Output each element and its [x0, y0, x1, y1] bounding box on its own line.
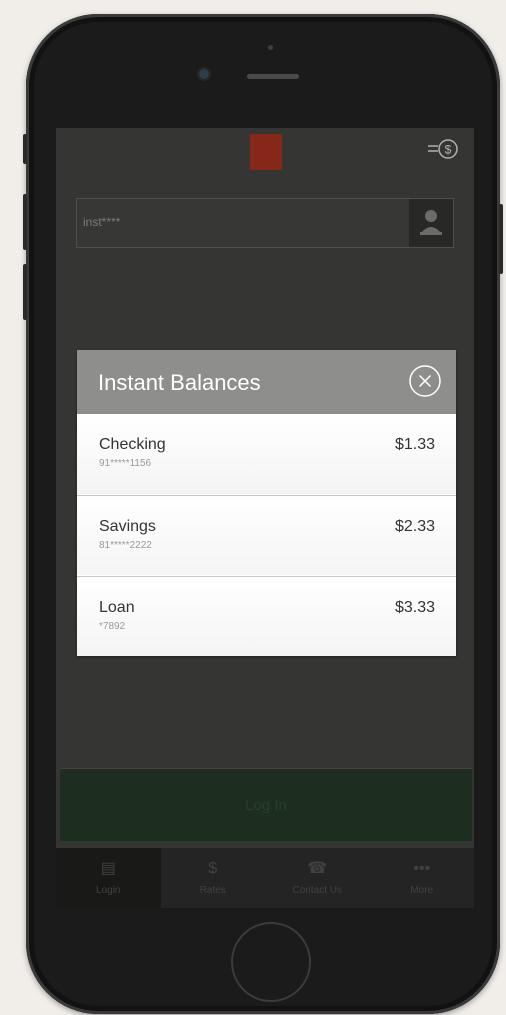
mute-switch: [23, 134, 27, 164]
account-number: 81*****2222: [99, 540, 152, 551]
close-button[interactable]: [408, 364, 442, 398]
account-row-checking[interactable]: Checking 91*****1156 $1.33: [77, 414, 456, 494]
speaker-grille: [247, 74, 299, 79]
proximity-sensor: [268, 45, 273, 50]
home-button[interactable]: [231, 922, 311, 1002]
account-balance: $1.33: [394, 436, 435, 453]
account-number: 91*****1156: [99, 458, 152, 469]
volume-down-button: [23, 264, 27, 320]
instant-balances-modal: Instant Balances Checking 91*****1156 $1…: [77, 350, 456, 656]
power-button: [499, 204, 503, 274]
account-name: Savings: [99, 518, 156, 535]
account-name: Loan: [99, 599, 135, 616]
account-row-savings[interactable]: Savings 81*****2222 $2.33: [77, 495, 456, 575]
account-number: *7892: [99, 621, 126, 632]
account-balance: $2.33: [394, 518, 435, 535]
app-screen: $ inst**** Log In ▤ Login $ Rates ☎ Cont…: [56, 128, 474, 908]
modal-header: Instant Balances: [77, 350, 456, 414]
account-balance: $3.33: [394, 599, 435, 616]
front-camera: [199, 69, 209, 79]
modal-title: Instant Balances: [98, 370, 261, 395]
account-name: Checking: [99, 436, 166, 453]
volume-up-button: [23, 194, 27, 250]
account-row-loan[interactable]: Loan *7892 $3.33: [77, 576, 456, 656]
close-icon: [409, 365, 441, 397]
